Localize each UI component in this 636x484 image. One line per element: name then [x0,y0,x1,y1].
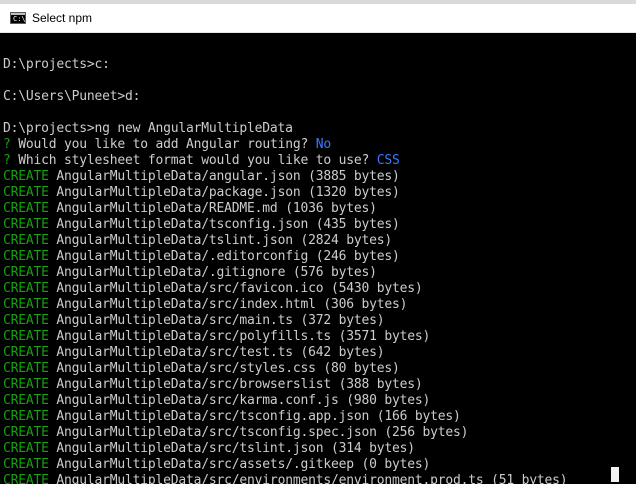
created-file-path: AngularMultipleData/src/assets/.gitkeep … [56,457,431,472]
prompt-marker: ? [3,137,19,152]
console-line: CREATE AngularMultipleData/src/tsconfig.… [3,425,567,441]
created-file-path: AngularMultipleData/src/styles.css (80 b… [56,361,400,376]
console-line: D:\projects>ng new AngularMultipleData [3,121,567,137]
title-bar[interactable]: C:\_ Select npm [0,4,636,33]
create-keyword: CREATE [3,281,57,296]
create-keyword: CREATE [3,265,57,280]
console-line: CREATE AngularMultipleData/tslint.json (… [3,233,567,249]
prompt-answer: No [315,137,331,152]
console-line: CREATE AngularMultipleData/src/assets/.g… [3,457,567,473]
created-file-path: AngularMultipleData/src/tslint.json (314… [56,441,415,456]
prompt-question: Would you like to add Angular routing? [18,137,316,152]
created-file-path: AngularMultipleData/.gitignore (576 byte… [56,265,377,280]
create-keyword: CREATE [3,409,57,424]
console-line: CREATE AngularMultipleData/src/styles.cs… [3,361,567,377]
window-title: Select npm [32,11,93,25]
console-line: CREATE AngularMultipleData/src/tsconfig.… [3,409,567,425]
prompt-answer: CSS [376,153,400,168]
console-line: CREATE AngularMultipleData/src/index.htm… [3,297,567,313]
create-keyword: CREATE [3,377,57,392]
console-line: CREATE AngularMultipleData/package.json … [3,185,567,201]
create-keyword: CREATE [3,313,57,328]
created-file-path: AngularMultipleData/.editorconfig (246 b… [56,249,400,264]
created-file-path: AngularMultipleData/README.md (1036 byte… [56,201,377,216]
create-keyword: CREATE [3,457,57,472]
text-cursor [611,467,619,482]
create-keyword: CREATE [3,329,57,344]
console-line: CREATE AngularMultipleData/src/favicon.i… [3,281,567,297]
created-file-path: AngularMultipleData/src/main.ts (372 byt… [56,313,385,328]
create-keyword: CREATE [3,249,57,264]
created-file-path: AngularMultipleData/package.json (1320 b… [56,185,400,200]
created-file-path: AngularMultipleData/src/index.html (306 … [56,297,408,312]
console-line: ? Would you like to add Angular routing?… [3,137,567,153]
created-file-path: AngularMultipleData/src/polyfills.ts (35… [56,329,431,344]
console-line: CREATE AngularMultipleData/src/test.ts (… [3,345,567,361]
console-line: CREATE AngularMultipleData/.editorconfig… [3,249,567,265]
command-prompt-icon: C:\_ [10,12,30,24]
created-file-path: AngularMultipleData/src/favicon.ico (543… [56,281,423,296]
create-keyword: CREATE [3,441,57,456]
created-file-path: AngularMultipleData/src/tsconfig.app.jso… [56,409,461,424]
created-file-path: AngularMultipleData/src/karma.conf.js (9… [56,393,431,408]
command-text: C:\Users\Puneet>d: [3,89,141,104]
command-text: D:\projects>c: [3,57,110,72]
create-keyword: CREATE [3,201,57,216]
console-line: CREATE AngularMultipleData/tsconfig.json… [3,217,567,233]
created-file-path: AngularMultipleData/src/test.ts (642 byt… [56,345,385,360]
console-line: D:\projects>c: [3,57,567,73]
created-file-path: AngularMultipleData/src/environments/env… [56,473,568,484]
command-prompt-icon-text: C:\_ [13,15,30,23]
prompt-marker: ? [3,153,19,168]
created-file-path: AngularMultipleData/tsconfig.json (435 b… [56,217,400,232]
console-line: CREATE AngularMultipleData/src/karma.con… [3,393,567,409]
console-line: C:\Users\Puneet>d: [3,89,567,105]
create-keyword: CREATE [3,169,57,184]
console-line: CREATE AngularMultipleData/src/tslint.js… [3,441,567,457]
console-line: ? Which stylesheet format would you like… [3,153,567,169]
created-file-path: AngularMultipleData/tslint.json (2824 by… [56,233,392,248]
create-keyword: CREATE [3,185,57,200]
created-file-path: AngularMultipleData/angular.json (3885 b… [56,169,400,184]
console-lines: D:\projects>c: C:\Users\Puneet>d: D:\proje… [3,41,568,484]
console-line: CREATE AngularMultipleData/src/browsersl… [3,377,567,393]
create-keyword: CREATE [3,473,57,484]
console-line: CREATE AngularMultipleData/src/environme… [3,473,568,484]
console-line: CREATE AngularMultipleData/.gitignore (5… [3,265,567,281]
console-output[interactable]: D:\projects>c: C:\Users\Puneet>d: D:\proje… [0,33,636,484]
console-line: CREATE AngularMultipleData/angular.json … [3,169,567,185]
created-file-path: AngularMultipleData/src/tsconfig.spec.js… [56,425,469,440]
create-keyword: CREATE [3,217,57,232]
create-keyword: CREATE [3,233,57,248]
console-line: CREATE AngularMultipleData/src/main.ts (… [3,313,567,329]
create-keyword: CREATE [3,425,57,440]
create-keyword: CREATE [3,361,57,376]
create-keyword: CREATE [3,393,57,408]
create-keyword: CREATE [3,345,57,360]
created-file-path: AngularMultipleData/src/browserslist (38… [56,377,423,392]
create-keyword: CREATE [3,297,57,312]
prompt-question: Which stylesheet format would you like t… [18,153,377,168]
command-text: D:\projects>ng new AngularMultipleData [3,121,293,136]
console-line: CREATE AngularMultipleData/src/polyfills… [3,329,567,345]
console-line: CREATE AngularMultipleData/README.md (10… [3,201,567,217]
